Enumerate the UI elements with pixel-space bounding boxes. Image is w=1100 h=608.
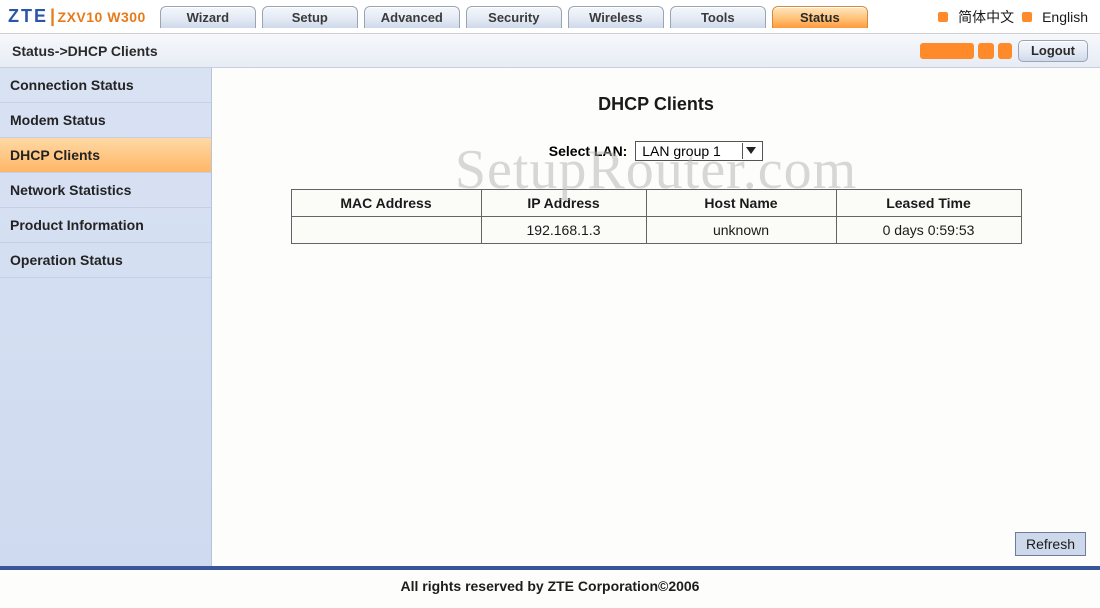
col-lease: Leased Time [836, 190, 1021, 217]
top-header: ZTE | ZXV10 W300 Wizard Setup Advanced S… [0, 0, 1100, 34]
logout-button[interactable]: Logout [1018, 40, 1088, 62]
col-mac: MAC Address [291, 190, 481, 217]
subheader: Status->DHCP Clients Logout [0, 34, 1100, 68]
logout-area: Logout [920, 40, 1088, 62]
breadcrumb: Status->DHCP Clients [12, 43, 158, 59]
content-panel: SetupRouter.com DHCP Clients Select LAN:… [212, 68, 1100, 566]
brand-logo: ZTE [8, 6, 48, 27]
select-lan-label: Select LAN: [549, 143, 628, 159]
refresh-button[interactable]: Refresh [1015, 532, 1086, 556]
footer-text: All rights reserved by ZTE Corporation©2… [0, 570, 1100, 594]
tab-status[interactable]: Status [772, 6, 868, 28]
brand: ZTE | ZXV10 W300 [8, 6, 146, 27]
sidebar-item-network-statistics[interactable]: Network Statistics [0, 173, 211, 208]
select-lan-dropdown[interactable]: LAN group 1 [635, 141, 763, 161]
tab-security[interactable]: Security [466, 6, 562, 28]
select-lan-row: Select LAN: LAN group 1 [232, 141, 1080, 161]
tab-setup[interactable]: Setup [262, 6, 358, 28]
page-title: DHCP Clients [232, 94, 1080, 115]
cell-lease: 0 days 0:59:53 [836, 217, 1021, 244]
col-ip: IP Address [481, 190, 646, 217]
table-header-row: MAC Address IP Address Host Name Leased … [291, 190, 1021, 217]
lang-chinese[interactable]: 简体中文 [958, 7, 1014, 27]
chevron-down-icon [742, 143, 758, 159]
sidebar-item-operation-status[interactable]: Operation Status [0, 243, 211, 278]
sidebar: Connection Status Modem Status DHCP Clie… [0, 68, 212, 566]
dhcp-table-wrap: MAC Address IP Address Host Name Leased … [232, 189, 1080, 244]
col-host: Host Name [646, 190, 836, 217]
sidebar-item-modem-status[interactable]: Modem Status [0, 103, 211, 138]
brand-separator: | [50, 6, 56, 27]
sidebar-item-dhcp-clients[interactable]: DHCP Clients [0, 138, 211, 173]
tab-wizard[interactable]: Wizard [160, 6, 256, 28]
tab-wireless[interactable]: Wireless [568, 6, 664, 28]
cell-host: unknown [646, 217, 836, 244]
cell-mac [291, 217, 481, 244]
dhcp-clients-table: MAC Address IP Address Host Name Leased … [291, 189, 1022, 244]
lang-dot-icon [938, 12, 948, 22]
nav-tabs: Wizard Setup Advanced Security Wireless … [160, 6, 868, 28]
tab-advanced[interactable]: Advanced [364, 6, 460, 28]
table-row: 192.168.1.3 unknown 0 days 0:59:53 [291, 217, 1021, 244]
sidebar-item-connection-status[interactable]: Connection Status [0, 68, 211, 103]
brand-model: ZXV10 W300 [58, 9, 146, 25]
main-area: Connection Status Modem Status DHCP Clie… [0, 68, 1100, 570]
tab-tools[interactable]: Tools [670, 6, 766, 28]
lang-english[interactable]: English [1042, 9, 1088, 25]
language-switch: 简体中文 English [938, 7, 1100, 27]
select-lan-value: LAN group 1 [642, 143, 721, 159]
decorative-bars-icon [920, 43, 1012, 59]
lang-dot-icon [1022, 12, 1032, 22]
sidebar-item-product-information[interactable]: Product Information [0, 208, 211, 243]
cell-ip: 192.168.1.3 [481, 217, 646, 244]
